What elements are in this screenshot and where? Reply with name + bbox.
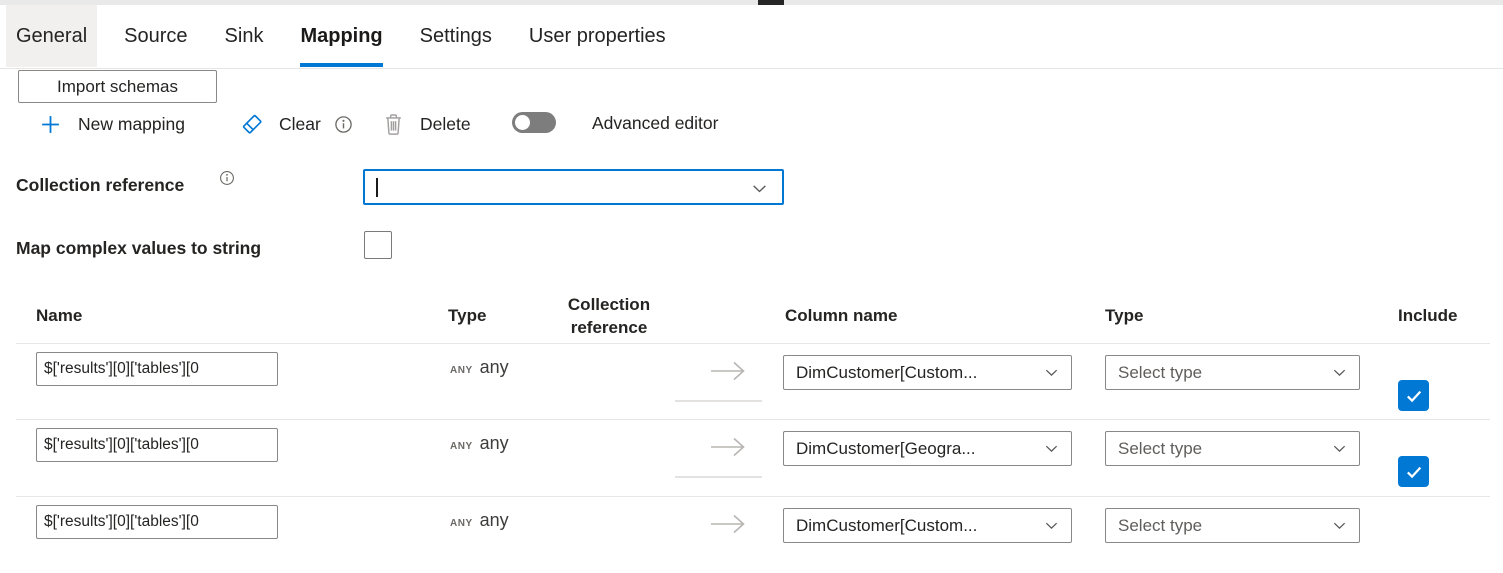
type-name: any xyxy=(479,357,509,377)
name-value: $['results'][0]['tables'][0 xyxy=(44,513,199,530)
header-type-2: Type xyxy=(1105,306,1144,325)
arrow-right-icon xyxy=(711,361,745,381)
eraser-icon xyxy=(242,114,262,134)
column-name-dropdown[interactable]: DimCustomer[Custom... xyxy=(783,355,1072,390)
chevron-down-icon xyxy=(1333,522,1346,529)
tab-mapping-label: Mapping xyxy=(300,24,383,47)
plus-icon xyxy=(42,115,59,133)
chevron-down-icon xyxy=(1333,445,1346,452)
delete-button[interactable]: Delete xyxy=(383,108,471,140)
type-cell: ANY any xyxy=(450,510,509,531)
chevron-down-icon xyxy=(1045,369,1058,376)
header-column-name: Column name xyxy=(785,306,898,325)
type-abbr: ANY xyxy=(450,518,473,529)
column-name-dropdown[interactable]: DimCustomer[Geogra... xyxy=(783,431,1072,466)
tab-general-label: General xyxy=(16,24,88,47)
advanced-editor-label: Advanced editor xyxy=(592,113,719,133)
tab-sink-label: Sink xyxy=(224,24,264,47)
text-cursor xyxy=(376,178,378,197)
new-mapping-label: New mapping xyxy=(78,113,185,134)
type-select-dropdown[interactable]: Select type xyxy=(1105,431,1360,466)
table-row: $['results'][0]['tables'][0 ANY any DimC… xyxy=(0,420,1503,496)
type-name: any xyxy=(479,433,509,453)
tab-sink[interactable]: Sink xyxy=(215,5,274,67)
tab-user-properties-label: User properties xyxy=(528,24,666,47)
toggle-knob xyxy=(515,115,530,130)
chevron-down-icon xyxy=(1045,445,1058,452)
chevron-down-icon xyxy=(1045,522,1058,529)
type-abbr: ANY xyxy=(450,441,473,452)
info-icon[interactable] xyxy=(334,115,353,134)
tab-mapping[interactable]: Mapping xyxy=(290,5,392,67)
table-row: $['results'][0]['tables'][0 ANY any DimC… xyxy=(0,497,1503,573)
tab-bar: General Source Sink Mapping Settings Use… xyxy=(0,5,1503,69)
clear-label: Clear xyxy=(279,113,321,134)
type-abbr: ANY xyxy=(450,365,473,376)
tab-user-properties[interactable]: User properties xyxy=(519,5,676,67)
tab-settings-label: Settings xyxy=(419,24,492,47)
advanced-editor-toggle[interactable] xyxy=(512,112,556,133)
tab-source-label: Source xyxy=(124,24,188,47)
type-name: any xyxy=(479,510,509,530)
header-type: Type xyxy=(448,306,487,325)
column-name-value: DimCustomer[Geogra... xyxy=(796,438,976,458)
collection-reference-dash xyxy=(675,400,762,402)
delete-label: Delete xyxy=(420,113,471,134)
header-name: Name xyxy=(36,306,83,325)
info-icon[interactable] xyxy=(219,170,235,186)
collection-reference-label: Collection reference xyxy=(16,175,185,195)
check-icon xyxy=(1406,466,1421,478)
tab-list: General Source Sink Mapping Settings Use… xyxy=(6,5,676,67)
header-include: Include xyxy=(1398,306,1458,325)
tab-settings[interactable]: Settings xyxy=(410,5,502,67)
column-name-value: DimCustomer[Custom... xyxy=(796,515,978,535)
header-collection-reference-line2: reference xyxy=(570,318,648,337)
name-value: $['results'][0]['tables'][0 xyxy=(44,360,199,377)
trash-icon xyxy=(386,114,401,135)
tab-source[interactable]: Source xyxy=(114,5,197,67)
clear-button[interactable]: Clear xyxy=(238,108,353,140)
chevron-down-icon xyxy=(1333,369,1346,376)
tab-general[interactable]: General xyxy=(6,5,98,67)
map-complex-label: Map complex values to string xyxy=(16,238,262,258)
header-collection-reference-line1: Collection xyxy=(567,295,651,314)
check-icon xyxy=(1406,390,1421,402)
type-select-placeholder: Select type xyxy=(1118,438,1203,458)
include-checkbox[interactable] xyxy=(1398,380,1429,411)
arrow-right-icon xyxy=(711,437,745,457)
collection-reference-combobox[interactable] xyxy=(363,169,784,205)
type-select-placeholder: Select type xyxy=(1118,515,1203,535)
collection-reference-dash xyxy=(675,476,762,478)
name-input[interactable]: $['results'][0]['tables'][0 xyxy=(36,505,278,539)
import-schemas-button[interactable]: Import schemas xyxy=(18,70,217,103)
type-select-dropdown[interactable]: Select type xyxy=(1105,355,1360,390)
type-cell: ANY any xyxy=(450,357,509,378)
name-value: $['results'][0]['tables'][0 xyxy=(44,436,199,453)
new-mapping-button[interactable]: New mapping xyxy=(40,110,185,138)
column-name-value: DimCustomer[Custom... xyxy=(796,362,978,382)
type-cell: ANY any xyxy=(450,433,509,454)
header-collection-reference: Collection reference xyxy=(558,293,660,339)
table-row: $['results'][0]['tables'][0 ANY any DimC… xyxy=(0,344,1503,420)
name-input[interactable]: $['results'][0]['tables'][0 xyxy=(36,428,278,462)
map-complex-checkbox[interactable] xyxy=(364,231,392,259)
include-checkbox[interactable] xyxy=(1398,456,1429,487)
type-select-placeholder: Select type xyxy=(1118,362,1203,382)
name-input[interactable]: $['results'][0]['tables'][0 xyxy=(36,352,278,386)
chevron-down-icon[interactable] xyxy=(751,180,768,197)
arrow-right-icon xyxy=(711,514,745,534)
